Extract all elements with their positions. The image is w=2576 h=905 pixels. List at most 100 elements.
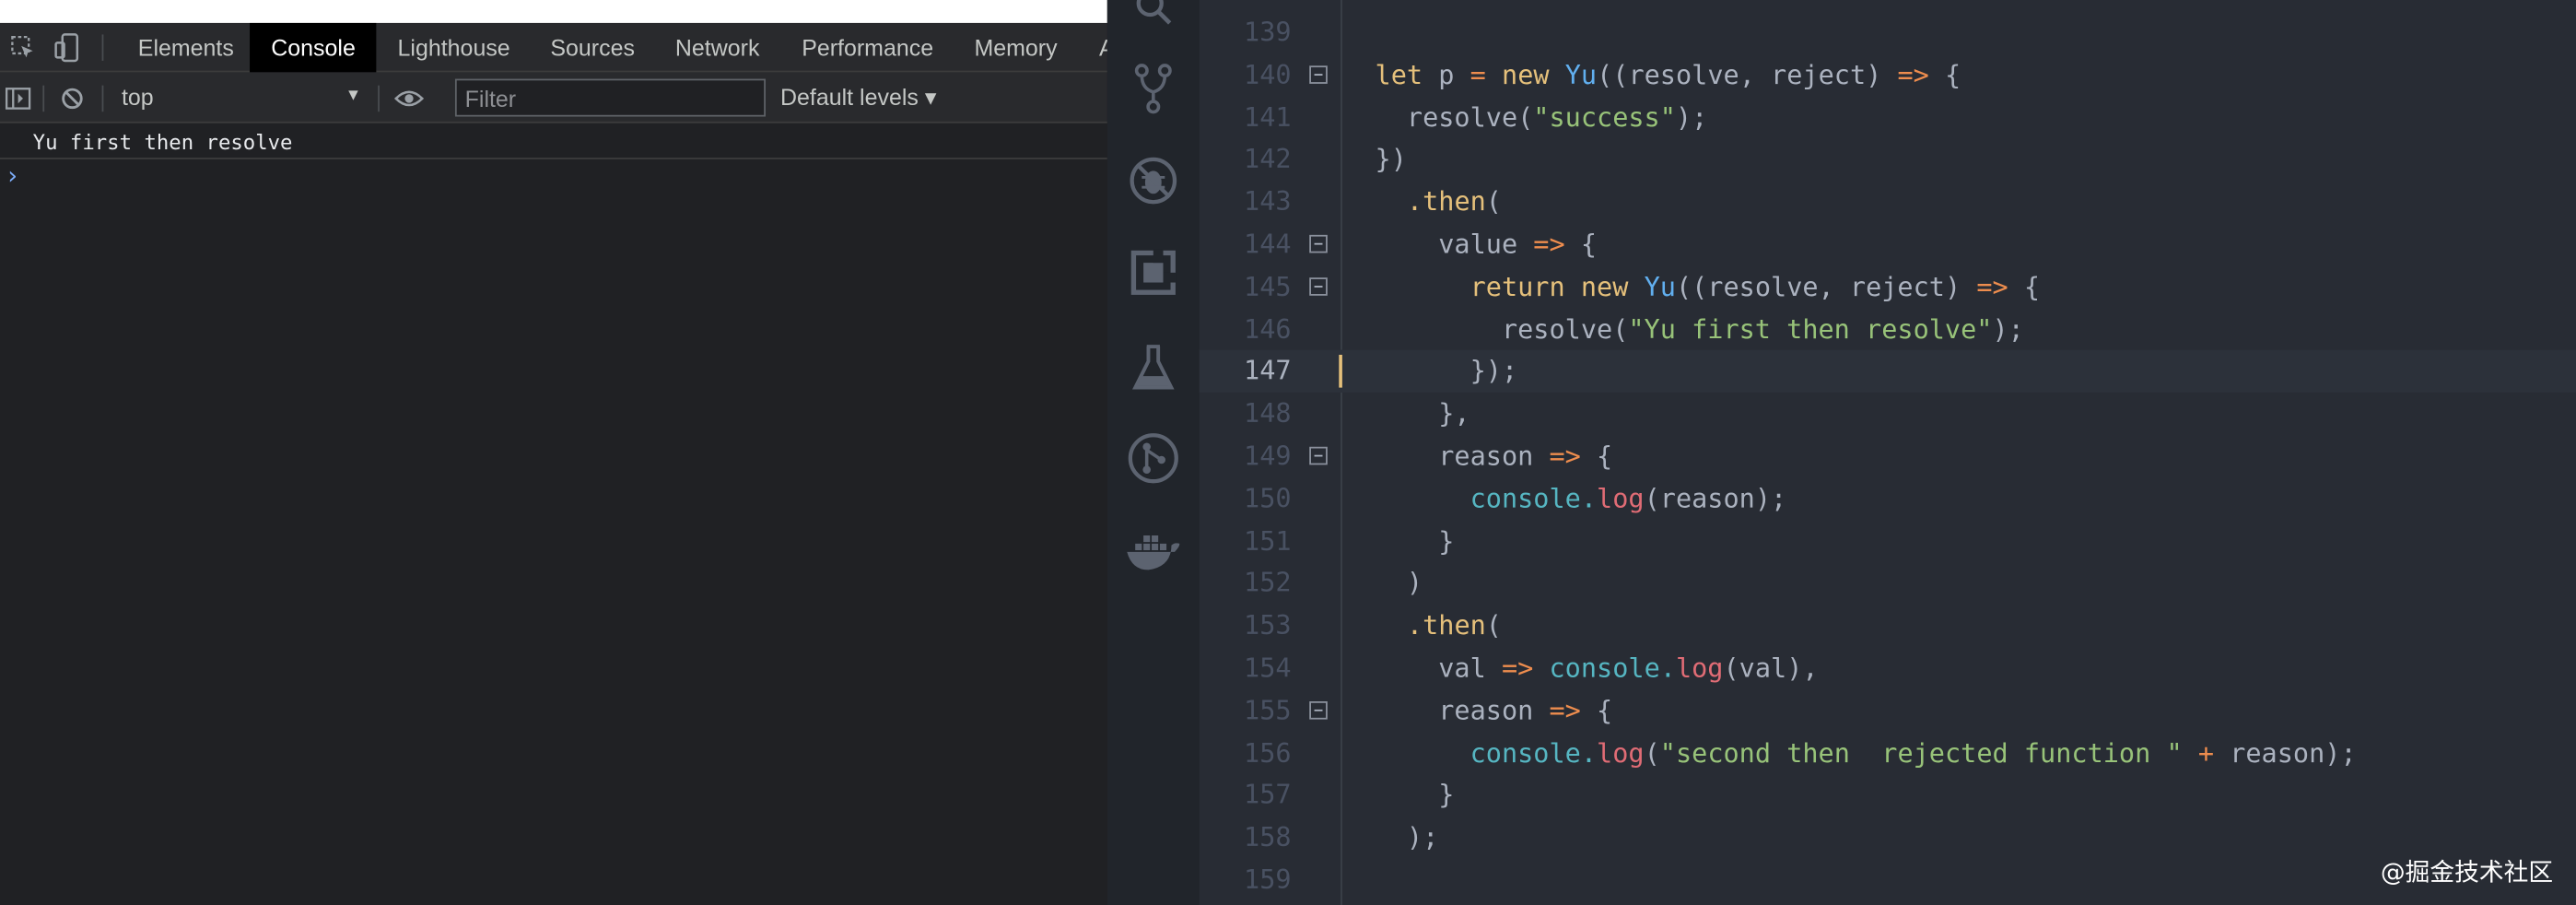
- line-number: 147: [1244, 355, 1292, 387]
- tab-lighthouse[interactable]: Lighthouse: [376, 23, 532, 72]
- live-expression-eye-icon[interactable]: [386, 72, 432, 123]
- code-editor: 139 140 let p = new Yu((resolve, reject) =…: [1107, 0, 2576, 905]
- console-toolbar: top ▼ Default levels ▾: [0, 72, 1107, 123]
- code-line[interactable]: 155 reason => {: [1200, 689, 2576, 732]
- sidebar-toggle-icon[interactable]: [0, 72, 36, 123]
- code-text: return new Yu((resolve, reject) => {: [1469, 270, 2041, 302]
- code-text: reason => {: [1375, 440, 1613, 472]
- code-text: .then(: [1406, 609, 1502, 641]
- devtools-tab-bar: Elements Console Lighthouse Sources Netw…: [0, 22, 1107, 73]
- tab-network[interactable]: Network: [654, 23, 781, 72]
- tab-application[interactable]: A: [1078, 23, 1107, 72]
- code-text: let p = new Yu((resolve, reject) => {: [1375, 58, 1961, 90]
- fold-toggle-icon[interactable]: [1309, 700, 1328, 720]
- code-text: },: [1375, 397, 1470, 429]
- code-line[interactable]: 157 }: [1200, 774, 2576, 817]
- line-number: 140: [1244, 58, 1292, 90]
- code-line[interactable]: 156 console.log("second then rejected fu…: [1200, 732, 2576, 774]
- tab-memory[interactable]: Memory: [953, 23, 1079, 72]
- line-number: 152: [1244, 567, 1292, 599]
- code-text: }): [1375, 143, 1407, 175]
- code-line[interactable]: 150 console.log(reason);: [1200, 477, 2576, 520]
- devtools-panel: Elements Console Lighthouse Sources Netw…: [0, 0, 1107, 905]
- tab-separator: [101, 34, 104, 61]
- line-number: 144: [1244, 228, 1292, 260]
- modified-line-indicator: [1339, 355, 1342, 389]
- line-number: 154: [1244, 652, 1292, 684]
- code-text: console.log("second then rejected functi…: [1469, 736, 2357, 769]
- extensions-icon[interactable]: [1124, 243, 1183, 302]
- tab-elements[interactable]: Elements: [117, 23, 255, 72]
- fold-toggle-icon[interactable]: [1309, 276, 1328, 296]
- code-line[interactable]: 153 .then(: [1200, 605, 2576, 647]
- line-number: 148: [1244, 397, 1292, 429]
- browser-top-strip: [0, 0, 1107, 23]
- code-line[interactable]: 154 val => console.log(val),: [1200, 647, 2576, 689]
- fold-toggle-icon[interactable]: [1309, 65, 1328, 84]
- code-line[interactable]: 146 resolve("Yu first then resolve");: [1200, 308, 2576, 350]
- console-prompt-icon[interactable]: ›: [5, 161, 19, 191]
- inspect-element-icon[interactable]: [0, 23, 46, 72]
- activity-bar: [1107, 0, 1200, 905]
- code-line[interactable]: 158 );: [1200, 817, 2576, 859]
- context-selector[interactable]: top ▼: [109, 77, 371, 117]
- code-text: value => {: [1375, 228, 1598, 260]
- code-text: }: [1375, 524, 1455, 557]
- git-graph-icon[interactable]: [1124, 429, 1183, 488]
- code-line[interactable]: 143 .then(: [1200, 181, 2576, 223]
- code-line[interactable]: 142}): [1200, 138, 2576, 181]
- code-line[interactable]: 148 },: [1200, 393, 2576, 435]
- code-area[interactable]: 139 140 let p = new Yu((resolve, reject) =…: [1199, 0, 2576, 905]
- tab-console[interactable]: Console: [250, 22, 378, 73]
- line-number: 151: [1244, 524, 1292, 557]
- tab-performance[interactable]: Performance: [780, 23, 954, 72]
- code-text: console.log(reason);: [1469, 482, 1787, 514]
- line-number: 141: [1244, 100, 1292, 133]
- code-line[interactable]: 151 }: [1200, 520, 2576, 562]
- filter-input[interactable]: [454, 78, 766, 117]
- clear-console-icon[interactable]: [49, 72, 95, 123]
- code-line[interactable]: 159: [1200, 859, 2576, 901]
- code-text: }: [1375, 779, 1455, 811]
- line-number: 142: [1244, 143, 1292, 175]
- line-number: 145: [1244, 270, 1292, 302]
- line-number: 143: [1244, 185, 1292, 217]
- code-line[interactable]: 140 let p = new Yu((resolve, reject) => {: [1200, 53, 2576, 96]
- dropdown-arrow-icon: ▼: [345, 87, 362, 106]
- code-text: resolve("Yu first then resolve");: [1375, 312, 2024, 345]
- code-line[interactable]: 139: [1200, 11, 2576, 53]
- console-log-message: Yu first then resolve: [0, 124, 1107, 159]
- line-number: 149: [1244, 440, 1292, 472]
- line-number: 159: [1244, 864, 1292, 896]
- code-text: val => console.log(val),: [1375, 652, 1819, 684]
- source-control-icon[interactable]: [1124, 59, 1183, 118]
- line-number: 139: [1244, 16, 1292, 48]
- docker-icon[interactable]: [1124, 523, 1183, 582]
- fold-toggle-icon[interactable]: [1309, 446, 1328, 465]
- code-text: .then(: [1406, 185, 1502, 217]
- fold-toggle-icon[interactable]: [1309, 234, 1328, 253]
- toolbar-separator: [378, 85, 380, 112]
- code-text: reason => {: [1375, 694, 1613, 726]
- code-text: );: [1375, 821, 1439, 853]
- debug-icon[interactable]: [1124, 151, 1183, 210]
- log-levels-dropdown[interactable]: Default levels ▾: [780, 72, 936, 123]
- code-line[interactable]: 147 });: [1199, 350, 2576, 394]
- code-line[interactable]: 152 ): [1200, 562, 2576, 605]
- toolbar-separator: [42, 85, 45, 112]
- toolbar-separator: [101, 85, 104, 112]
- code-line[interactable]: 144 value => {: [1200, 223, 2576, 265]
- search-icon[interactable]: [1124, 0, 1183, 36]
- line-number: 157: [1244, 779, 1292, 811]
- test-flask-icon[interactable]: [1124, 338, 1183, 397]
- line-number: 146: [1244, 312, 1292, 345]
- device-toolbar-icon[interactable]: [44, 23, 90, 72]
- line-number: 153: [1244, 609, 1292, 641]
- tab-sources[interactable]: Sources: [529, 23, 656, 72]
- line-number: 155: [1244, 694, 1292, 726]
- code-line[interactable]: 141 resolve("success");: [1200, 96, 2576, 138]
- line-number: 150: [1244, 482, 1292, 514]
- code-line[interactable]: 145 return new Yu((resolve, reject) => {: [1200, 265, 2576, 308]
- code-line[interactable]: 149 reason => {: [1200, 435, 2576, 477]
- line-number: 156: [1244, 736, 1292, 769]
